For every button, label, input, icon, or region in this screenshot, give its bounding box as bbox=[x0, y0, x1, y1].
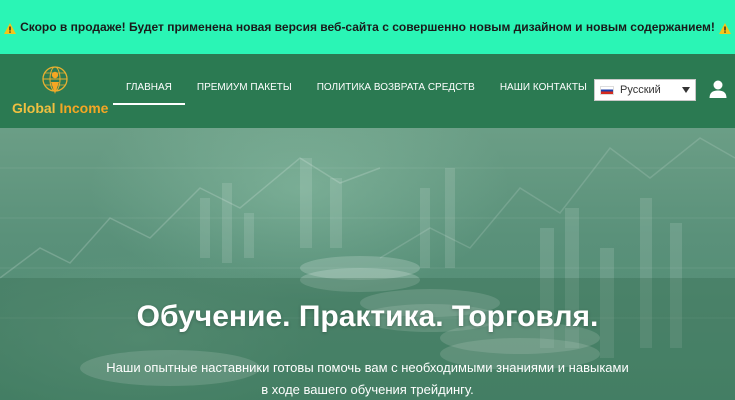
header-navbar: Global Income ГЛАВНАЯ ПРЕМИУМ ПАКЕТЫ ПОЛ… bbox=[0, 54, 735, 128]
announcement-bar: Скоро в продаже! Будет применена новая в… bbox=[0, 0, 735, 54]
language-selected-value: Русский bbox=[620, 84, 661, 96]
warning-icon bbox=[718, 22, 731, 34]
main-nav: ГЛАВНАЯ ПРЕМИУМ ПАКЕТЫ ПОЛИТИКА ВОЗВРАТА… bbox=[113, 82, 612, 105]
language-select[interactable]: Русский bbox=[594, 79, 696, 101]
hero-banner: Обучение. Практика. Торговля. Наши опытн… bbox=[0, 128, 735, 400]
hero-subtitle: Наши опытные наставники готовы помочь ва… bbox=[106, 360, 629, 397]
nav-item-refund-policy[interactable]: ПОЛИТИКА ВОЗВРАТА СРЕДСТВ bbox=[317, 82, 475, 102]
chevron-down-icon bbox=[682, 87, 690, 93]
nav-item-premium-packages[interactable]: ПРЕМИУМ ПАКЕТЫ bbox=[197, 82, 292, 102]
warning-icon bbox=[4, 22, 17, 34]
globe-person-logo-icon bbox=[42, 66, 68, 94]
user-account-icon[interactable] bbox=[708, 79, 728, 99]
hero-title: Обучение. Практика. Торговля. bbox=[136, 300, 599, 333]
logo-text: Global Income bbox=[12, 100, 108, 116]
announcement-text: Скоро в продаже! Будет применена новая в… bbox=[20, 20, 715, 34]
nav-item-contacts[interactable]: НАШИ КОНТАКТЫ bbox=[500, 82, 587, 102]
logo-word-income: Income bbox=[59, 100, 109, 116]
logo[interactable]: Global Income bbox=[8, 64, 108, 120]
logo-word-global: Global bbox=[12, 100, 56, 116]
nav-item-home[interactable]: ГЛАВНАЯ bbox=[113, 82, 185, 105]
russia-flag-icon bbox=[600, 85, 614, 95]
